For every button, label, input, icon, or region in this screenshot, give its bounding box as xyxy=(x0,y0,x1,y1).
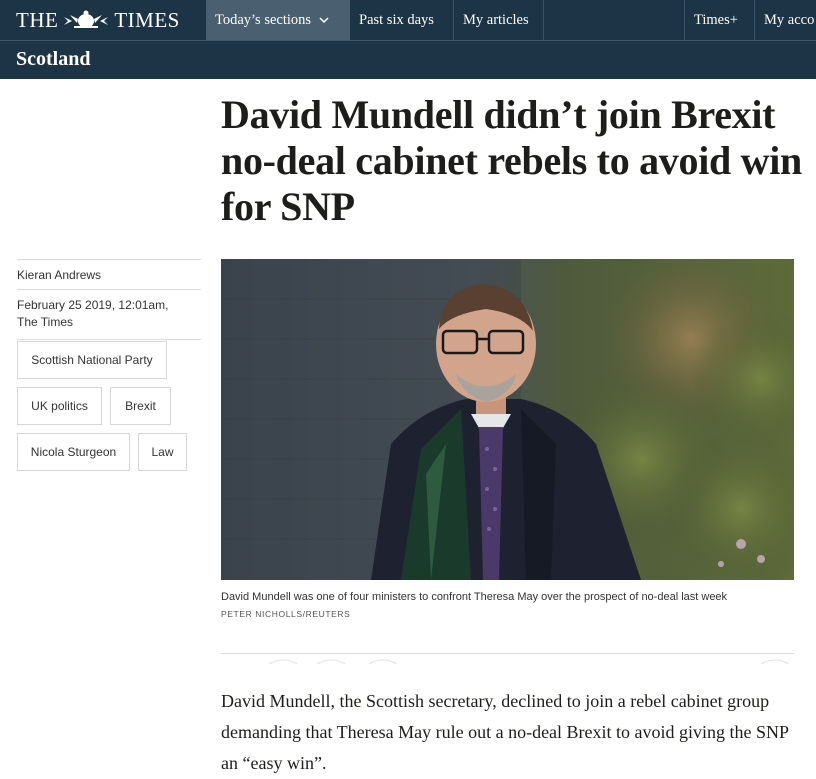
photo-credit: PETER NICHOLLS/REUTERS xyxy=(221,609,351,619)
section-title[interactable]: Scotland xyxy=(16,48,90,71)
nav-my-articles[interactable]: My articles xyxy=(453,0,543,40)
nav-times-plus[interactable]: Times+ xyxy=(684,0,754,40)
tag-brexit[interactable]: Brexit xyxy=(110,387,171,425)
tag-nicola-sturgeon[interactable]: Nicola Sturgeon xyxy=(17,433,130,471)
logo-text-left: THE xyxy=(16,7,59,32)
article-body: David Mundell, the Scottish secretary, d… xyxy=(221,691,789,773)
article-meta: Kieran Andrews February 25 2019, 12:01am… xyxy=(17,259,201,340)
photo-caption: David Mundell was one of four ministers … xyxy=(221,591,728,603)
crest-icon xyxy=(64,10,109,28)
divider xyxy=(221,653,794,654)
logo-text-right: TIMES xyxy=(114,7,180,32)
top-navigation-bar: THE TIMES Today’s sections Past six days… xyxy=(0,0,816,40)
share-toolbar-edge xyxy=(268,659,790,664)
author-name[interactable]: Kieran Andrews xyxy=(17,260,201,289)
divider xyxy=(17,339,201,340)
section-bar: Scotland xyxy=(0,40,816,79)
tag-law[interactable]: Law xyxy=(138,433,187,471)
article-photo xyxy=(221,259,794,580)
nav-my-account[interactable]: My acco xyxy=(754,0,816,40)
publication-name: The Times xyxy=(17,315,74,329)
nav-todays-sections[interactable]: Today’s sections xyxy=(206,0,350,40)
tag-scottish-national-party[interactable]: Scottish National Party xyxy=(17,341,167,379)
chevron-down-icon xyxy=(319,17,329,24)
nav-todays-sections-label: Today’s sections xyxy=(215,11,312,28)
publish-info: February 25 2019, 12:01am, The Times xyxy=(17,290,201,339)
tag-uk-politics[interactable]: UK politics xyxy=(17,387,102,425)
photo-image xyxy=(221,259,794,580)
times-logo[interactable]: THE TIMES xyxy=(16,5,180,35)
publish-date: February 25 2019, 12:01am, xyxy=(17,298,169,312)
nav-divider xyxy=(543,0,544,40)
nav-past-six-days[interactable]: Past six days xyxy=(350,0,453,40)
article-headline: David Mundell didn’t join Brexit no-deal… xyxy=(221,92,803,229)
